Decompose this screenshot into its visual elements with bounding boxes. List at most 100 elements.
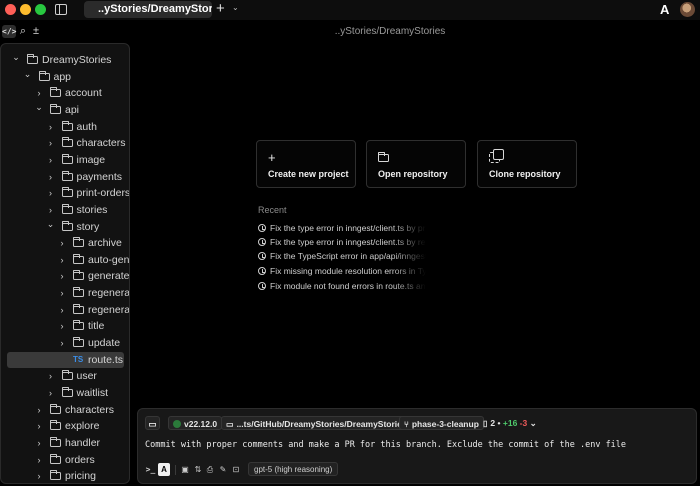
folder-icon: [73, 270, 84, 281]
tree-folder-item[interactable]: › auto-generate: [1, 252, 129, 268]
tree-folder-item[interactable]: › regenerate: [1, 285, 129, 301]
chevron-down-icon[interactable]: ⌄: [232, 3, 239, 12]
chevron-right-icon[interactable]: ›: [34, 402, 44, 418]
recent-item[interactable]: Fix missing module resolution errors in …: [258, 264, 426, 278]
folder-icon: [73, 303, 84, 314]
tree-folder-item[interactable]: › account: [1, 85, 129, 101]
attach-icon[interactable]: ✎: [218, 463, 228, 476]
chevron-right-icon[interactable]: ›: [57, 252, 67, 268]
tree-folder-item[interactable]: › title: [1, 318, 129, 334]
chevron-right-icon[interactable]: ›: [46, 185, 56, 201]
clone-repository-button[interactable]: Clone repository: [477, 140, 577, 188]
tree-folder-item[interactable]: › waitlist: [1, 385, 129, 401]
chevron-down-icon[interactable]: ⌄: [11, 49, 21, 65]
diff-stats[interactable]: ▯ 2 • +16 -3 ⌄: [479, 416, 541, 430]
chevron-right-icon[interactable]: ›: [46, 152, 56, 168]
recent-item[interactable]: Fix the TypeScript error in app/api/inng…: [258, 249, 426, 263]
open-repository-button[interactable]: Open repository: [366, 140, 466, 188]
chevron-right-icon[interactable]: ›: [57, 302, 67, 318]
image-icon[interactable]: ⊡: [231, 463, 241, 476]
tree-folder-item[interactable]: › characters: [1, 402, 129, 418]
chevron-right-icon[interactable]: ›: [46, 119, 56, 135]
tree-folder-item[interactable]: › user: [1, 368, 129, 384]
tree-item-label: waitlist: [76, 387, 109, 399]
chevron-right-icon[interactable]: ›: [46, 169, 56, 185]
sync-icon[interactable]: ⇅: [193, 463, 203, 476]
chevron-right-icon[interactable]: ›: [57, 268, 67, 284]
chevron-right-icon[interactable]: ›: [57, 318, 67, 334]
code-view-icon[interactable]: </>: [2, 25, 16, 38]
diff-icon[interactable]: ±: [31, 25, 41, 38]
terminal-mode-button[interactable]: >_: [144, 463, 157, 476]
minimize-window-button[interactable]: [20, 4, 31, 15]
clock-icon: [258, 267, 266, 275]
page-title: ..yStories/DreamyStories: [334, 26, 446, 37]
tree-folder-item[interactable]: › regenerate: [1, 302, 129, 318]
recent-item-label: Fix the TypeScript error in app/api/inng…: [270, 251, 426, 261]
microphone-icon[interactable]: ⎙: [205, 463, 215, 476]
recent-item[interactable]: Fix module not found errors in route.ts …: [258, 279, 426, 293]
agent-mode-button[interactable]: A: [158, 463, 170, 476]
tree-folder-item[interactable]: › update: [1, 335, 129, 351]
working-directory-chip[interactable]: ▭ ...ts/GitHub/DreamyStories/DreamyStorie…: [221, 416, 412, 430]
recent-item[interactable]: Fix the type error in inngest/client.ts …: [258, 235, 426, 249]
tree-folder-item[interactable]: › orders: [1, 452, 129, 468]
chevron-right-icon[interactable]: ›: [46, 385, 56, 401]
node-version-label: v22.12.0: [184, 419, 218, 429]
tree-folder-item[interactable]: › handler: [1, 435, 129, 451]
chevron-down-icon[interactable]: ⌄: [34, 99, 44, 115]
tree-folder-item[interactable]: › image: [1, 152, 129, 168]
tree-item-label: auth: [76, 120, 97, 133]
tree-folder-item[interactable]: › generate: [1, 268, 129, 284]
file-icon: ▯: [483, 419, 488, 428]
chevron-down-icon[interactable]: ⌄: [46, 216, 56, 232]
chevron-right-icon[interactable]: ›: [34, 468, 44, 483]
create-project-button[interactable]: + Create new project: [256, 140, 356, 188]
tree-folder-item[interactable]: › archive: [1, 235, 129, 251]
search-icon[interactable]: ⌕: [17, 25, 29, 38]
tree-item-label: generate: [88, 270, 130, 283]
context-icon[interactable]: ▣: [180, 463, 190, 476]
tree-folder-item[interactable]: › characters: [1, 135, 129, 151]
chevron-right-icon[interactable]: ›: [46, 368, 56, 384]
tree-folder-item[interactable]: ⌄ DreamyStories: [1, 52, 129, 68]
chevron-down-icon[interactable]: ⌄: [23, 66, 33, 82]
avatar[interactable]: [680, 2, 695, 17]
chevron-right-icon[interactable]: ›: [34, 418, 44, 434]
node-version-chip[interactable]: v22.12.0: [168, 416, 223, 430]
new-tab-button[interactable]: +: [216, 0, 225, 18]
chevron-right-icon[interactable]: ›: [46, 135, 56, 151]
chevron-right-icon[interactable]: ›: [57, 335, 67, 351]
chat-icon[interactable]: ▭: [145, 416, 160, 430]
tree-item-label: stories: [76, 203, 108, 216]
tree-folder-item[interactable]: ⌄ api: [1, 102, 129, 118]
folder-icon: [73, 337, 84, 348]
tree-folder-item[interactable]: ⌄ story: [1, 219, 129, 235]
chevron-right-icon[interactable]: ›: [34, 452, 44, 468]
sidebar-toggle-icon[interactable]: [55, 4, 67, 15]
zoom-window-button[interactable]: [35, 4, 46, 15]
tree-folder-item[interactable]: › print-orders: [1, 185, 129, 201]
folder-icon: [61, 203, 73, 214]
tree-folder-item[interactable]: › stories: [1, 202, 129, 218]
clock-icon: [258, 224, 266, 232]
chevron-right-icon[interactable]: ›: [34, 435, 44, 451]
tree-folder-item[interactable]: › auth: [1, 119, 129, 135]
tab-current[interactable]: ..yStories/DreamyStories: [84, 1, 212, 18]
tree-item-label: app: [53, 70, 72, 83]
tree-folder-item[interactable]: › payments: [1, 169, 129, 185]
git-branch-chip[interactable]: ⑂ phase-3-cleanup: [399, 416, 484, 430]
model-select[interactable]: gpt-5 (high reasoning): [248, 462, 339, 476]
recent-item[interactable]: Fix the type error in inngest/client.ts …: [258, 221, 426, 235]
tree-folder-item[interactable]: › pricing: [1, 468, 129, 483]
chevron-right-icon[interactable]: ›: [57, 235, 67, 251]
prompt-input[interactable]: Commit with proper comments and make a P…: [145, 440, 626, 450]
tree-file-item[interactable]: TS route.ts: [7, 351, 124, 368]
tree-item-label: pricing: [65, 470, 96, 483]
folder-icon: [73, 287, 84, 298]
tree-folder-item[interactable]: ⌄ app: [1, 69, 129, 85]
folder-icon: [61, 153, 73, 164]
chevron-right-icon[interactable]: ›: [57, 285, 67, 301]
tree-folder-item[interactable]: › explore: [1, 418, 129, 434]
close-window-button[interactable]: [5, 4, 16, 15]
